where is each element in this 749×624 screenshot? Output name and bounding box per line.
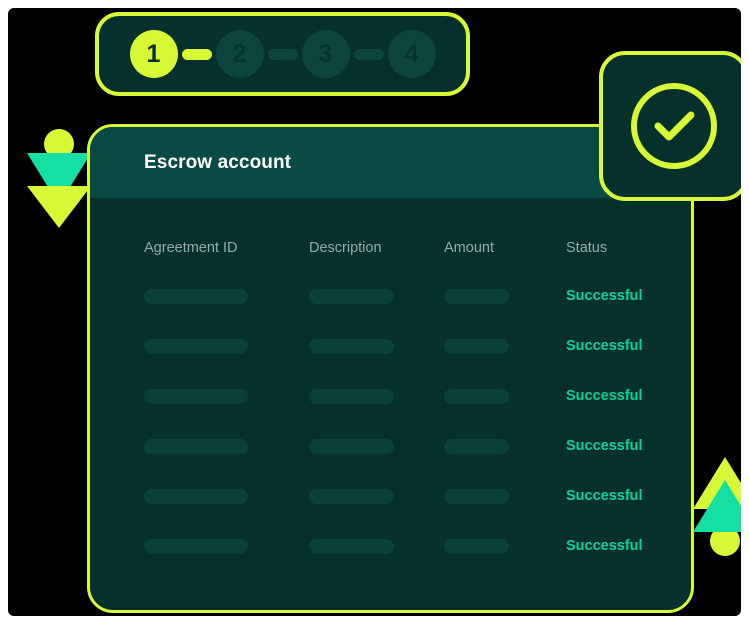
status-badge: Successful — [566, 438, 643, 454]
circle-check-icon — [631, 83, 717, 169]
column-header-agreement-id: Agreetment ID — [144, 240, 238, 256]
status-badge: Successful — [566, 288, 643, 304]
escrow-account-card: Escrow account Agreetment ID Description… — [87, 124, 694, 613]
agreement-id-placeholder — [144, 538, 248, 554]
agreement-id-placeholder — [144, 288, 248, 304]
stepper-step-2-label: 2 — [232, 39, 247, 68]
description-placeholder — [309, 438, 394, 454]
canvas: 1 2 3 4 Escrow account Agreetment ID Des… — [8, 8, 741, 616]
status-badge: Successful — [566, 488, 643, 504]
stepper-step-1-label: 1 — [146, 39, 161, 68]
stepper-connector-2 — [267, 48, 298, 60]
amount-placeholder — [444, 438, 509, 454]
success-check-badge — [599, 51, 741, 201]
agreement-id-placeholder — [144, 488, 248, 504]
table-header-row: Agreetment ID Description Amount Status — [144, 225, 691, 271]
status-badge: Successful — [566, 538, 643, 554]
stepper-connector-3 — [353, 48, 384, 60]
stepper-step-2[interactable]: 2 — [215, 30, 264, 78]
status-badge: Successful — [566, 388, 643, 404]
stepper-step-4[interactable]: 4 — [387, 30, 436, 78]
progress-stepper: 1 2 3 4 — [95, 12, 470, 96]
agreement-id-placeholder — [144, 438, 248, 454]
table-row[interactable]: Successful — [144, 371, 691, 421]
description-placeholder — [309, 288, 394, 304]
double-down-arrow-icon — [23, 128, 95, 232]
column-header-status: Status — [566, 240, 608, 256]
double-up-arrow-icon — [689, 453, 741, 557]
page-title: Escrow account — [144, 151, 292, 173]
amount-placeholder — [444, 388, 509, 404]
stepper-step-1[interactable]: 1 — [129, 30, 178, 78]
description-placeholder — [309, 538, 394, 554]
description-placeholder — [309, 488, 394, 504]
table-row[interactable]: Successful — [144, 321, 691, 371]
stepper-connector-1 — [181, 48, 212, 60]
column-header-amount: Amount — [444, 240, 494, 256]
agreement-id-placeholder — [144, 388, 248, 404]
escrow-table: Agreetment ID Description Amount Status … — [90, 198, 691, 610]
stepper-step-3-label: 3 — [318, 39, 333, 68]
table-row[interactable]: Successful — [144, 271, 691, 321]
description-placeholder — [309, 388, 394, 404]
amount-placeholder — [444, 338, 509, 354]
stepper-step-3[interactable]: 3 — [301, 30, 350, 78]
table-row[interactable]: Successful — [144, 421, 691, 471]
table-row[interactable]: Successful — [144, 521, 691, 571]
amount-placeholder — [444, 538, 509, 554]
stepper-step-4-label: 4 — [404, 39, 419, 68]
table-row[interactable]: Successful — [144, 471, 691, 521]
status-badge: Successful — [566, 338, 643, 354]
amount-placeholder — [444, 488, 509, 504]
description-placeholder — [309, 338, 394, 354]
column-header-description: Description — [309, 240, 382, 256]
agreement-id-placeholder — [144, 338, 248, 354]
amount-placeholder — [444, 288, 509, 304]
